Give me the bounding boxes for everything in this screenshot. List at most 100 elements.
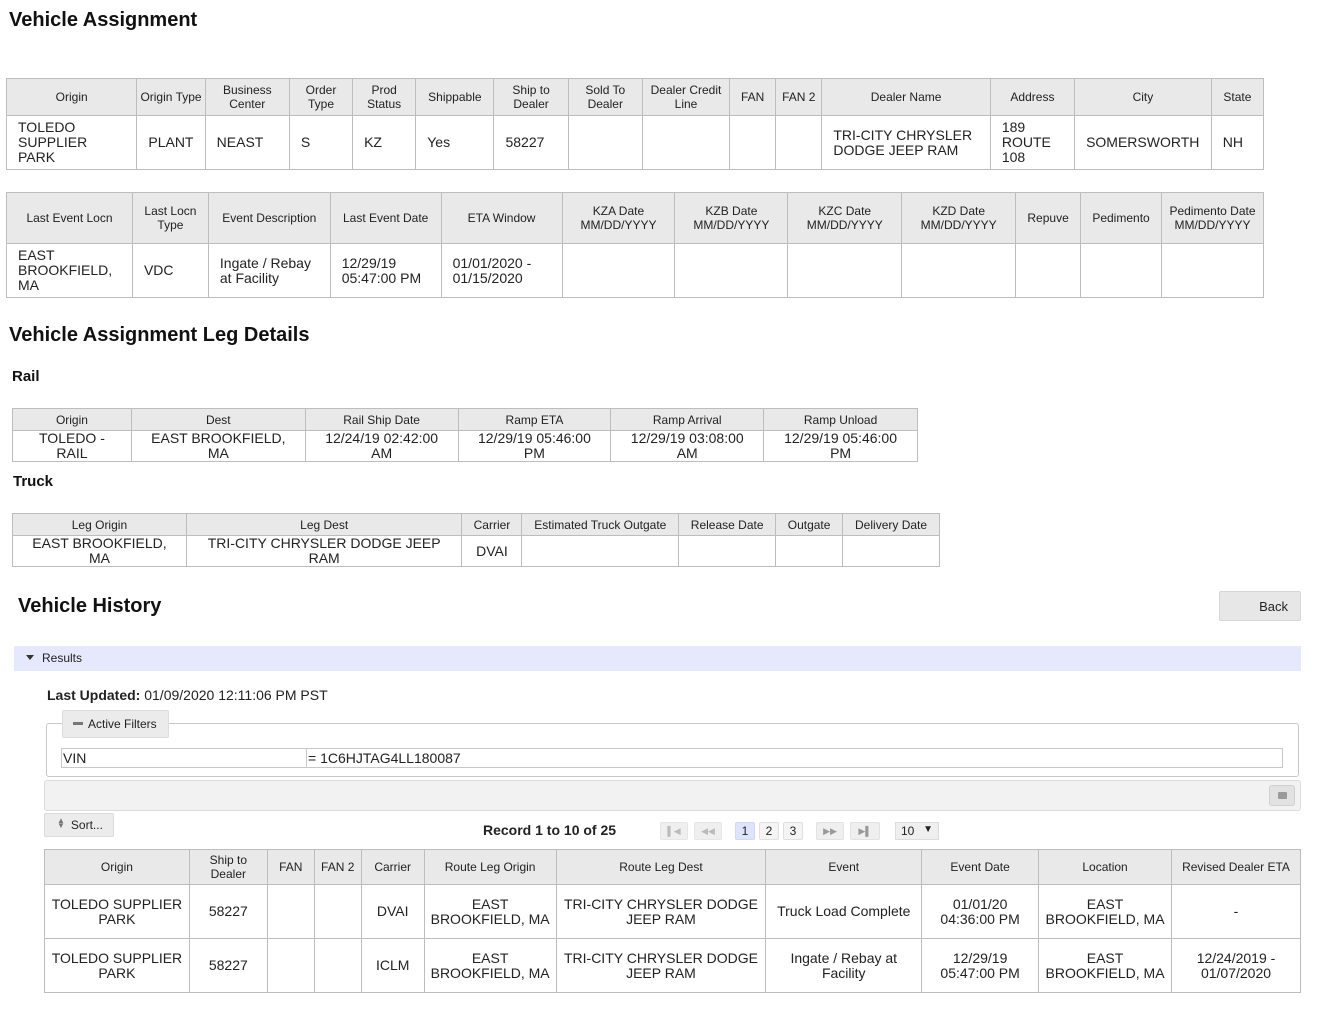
print-button[interactable]: [1269, 785, 1295, 806]
page-1-button[interactable]: 1: [735, 822, 755, 840]
col-header: Rail Ship Date: [304, 408, 459, 431]
table-cell: 12/29/19 05:46:00 PM: [457, 430, 612, 462]
col-header: Dealer Credit Line: [641, 78, 731, 116]
active-filters-toggle[interactable]: Active Filters: [62, 710, 169, 738]
results-toggle[interactable]: Results: [14, 646, 1301, 671]
truck-table: Leg Origin Leg Dest Carrier Estimated Tr…: [12, 513, 940, 567]
table-cell: TRI-CITY CHRYSLER DODGE JEEP RAM: [555, 884, 767, 939]
col-header: Ramp Unload: [763, 408, 918, 431]
col-header: Pedimento: [1080, 192, 1162, 244]
last-updated-value: 01/09/2020 12:11:06 PM PST: [144, 687, 328, 703]
table-cell: 12/29/19 03:08:00 AM: [610, 430, 765, 462]
col-header[interactable]: FAN 2: [313, 849, 362, 885]
col-header[interactable]: Revised Dealer ETA: [1171, 849, 1301, 885]
chevron-down-icon: ▼: [923, 824, 933, 835]
table-cell: TRI-CITY CHRYSLER DODGE JEEP RAM: [555, 938, 767, 993]
last-page-button[interactable]: ▶▌: [850, 822, 880, 840]
table-cell: TOLEDO SUPPLIER PARK: [44, 938, 190, 993]
page-3-button[interactable]: 3: [783, 822, 803, 840]
table-cell: [521, 535, 680, 567]
table-cell: EAST BROOKFIELD, MA: [423, 938, 557, 993]
history-table: Origin Ship to Dealer FAN FAN 2 Carrier …: [44, 849, 1301, 993]
sort-button[interactable]: ▲ ▼ Sort...: [44, 813, 114, 837]
back-button[interactable]: Back: [1219, 591, 1301, 621]
col-header[interactable]: Event: [765, 849, 923, 885]
col-header[interactable]: Location: [1038, 849, 1172, 885]
table-cell: [313, 884, 362, 939]
active-filters-label: Active Filters: [88, 717, 157, 731]
table-cell: [266, 938, 315, 993]
history-title: Vehicle History: [18, 595, 162, 617]
page-title: Vehicle Assignment: [9, 9, 198, 31]
table-cell: TRI-CITY CHRYSLER DODGE JEEP RAM: [185, 535, 463, 567]
col-header[interactable]: Carrier: [360, 849, 425, 885]
col-header: Address: [989, 78, 1076, 116]
table-cell: TOLEDO SUPPLIER PARK: [44, 884, 190, 939]
table-cell: [787, 243, 903, 298]
table-row: EAST BROOKFIELD, MA TRI-CITY CHRYSLER DO…: [12, 535, 940, 567]
table-cell: [1080, 243, 1162, 298]
table-cell: DVAI: [461, 535, 523, 567]
table-cell: [313, 938, 362, 993]
first-page-button[interactable]: ▌◀: [660, 822, 688, 840]
col-header[interactable]: FAN: [266, 849, 315, 885]
col-header: Origin: [5, 78, 138, 116]
table-cell: EAST BROOKFIELD, MA: [6, 243, 133, 298]
col-header: Delivery Date: [842, 513, 940, 536]
page-size-select[interactable]: 10 ▼: [895, 822, 939, 840]
col-header: Business Center: [204, 78, 290, 116]
table-cell: [678, 535, 777, 567]
col-header: Estimated Truck Outgate: [521, 513, 680, 536]
table-cell: EAST BROOKFIELD, MA: [1038, 884, 1172, 939]
col-header: Ramp ETA: [457, 408, 612, 431]
table-cell: Truck Load Complete: [765, 884, 923, 939]
table-row: TOLEDO SUPPLIER PARK 58227 ICLM EAST BRO…: [44, 938, 1301, 993]
next-page-button[interactable]: ▶▶: [816, 822, 844, 840]
col-header[interactable]: Event Date: [921, 849, 1040, 885]
results-label: Results: [42, 651, 83, 665]
table-cell: VDC: [131, 243, 209, 298]
leg-details-title: Vehicle Assignment Leg Details: [9, 324, 310, 346]
col-header[interactable]: Route Leg Origin: [423, 849, 557, 885]
col-header: Dest: [130, 408, 306, 431]
col-header[interactable]: Origin: [44, 849, 190, 885]
table-cell: [266, 884, 315, 939]
table-cell: EAST BROOKFIELD, MA: [12, 535, 187, 567]
last-updated: Last Updated: 01/09/2020 12:11:06 PM PST: [47, 687, 328, 703]
col-header: ETA Window: [440, 192, 563, 244]
col-header: Release Date: [678, 513, 777, 536]
table-cell: PLANT: [136, 115, 206, 170]
col-header: Origin: [12, 408, 132, 431]
table-cell: NEAST: [204, 115, 290, 170]
table-cell: SOMERSWORTH: [1074, 115, 1212, 170]
col-header: FAN 2: [775, 78, 823, 116]
table-cell: EAST BROOKFIELD, MA: [130, 430, 306, 462]
table-cell: DVAI: [360, 884, 425, 939]
prev-page-button[interactable]: ◀◀: [694, 822, 722, 840]
col-header: Sold To Dealer: [567, 78, 643, 116]
table-cell: 01/01/2020 - 01/15/2020: [440, 243, 563, 298]
table-cell: [729, 115, 777, 170]
col-header: KZB Date MM/DD/YYYY: [674, 192, 789, 244]
table-cell: [567, 115, 643, 170]
col-header[interactable]: Ship to Dealer: [188, 849, 268, 885]
filter-value: = 1C6HJTAG4LL180087: [308, 750, 461, 766]
table-cell: [561, 243, 676, 298]
results-toolbar: [44, 780, 1301, 811]
table-cell: -: [1171, 884, 1301, 939]
col-header: KZD Date MM/DD/YYYY: [901, 192, 1017, 244]
event-table: Last Event Locn Last Locn Type Event Des…: [6, 192, 1265, 298]
table-cell: [641, 115, 731, 170]
col-header: Order Type: [288, 78, 354, 116]
table-cell: [674, 243, 789, 298]
col-header[interactable]: Route Leg Dest: [555, 849, 767, 885]
page-2-button[interactable]: 2: [759, 822, 779, 840]
table-cell: EAST BROOKFIELD, MA: [423, 884, 557, 939]
col-header: Prod Status: [352, 78, 417, 116]
rail-table: Origin Dest Rail Ship Date Ramp ETA Ramp…: [12, 408, 918, 462]
table-cell: KZ: [352, 115, 417, 170]
table-cell: 12/24/2019 - 01/07/2020: [1171, 938, 1301, 993]
filter-row: VIN = 1C6HJTAG4LL180087: [61, 748, 1283, 768]
sort-icon: ▲ ▼: [57, 816, 65, 830]
table-cell: 58227: [493, 115, 569, 170]
